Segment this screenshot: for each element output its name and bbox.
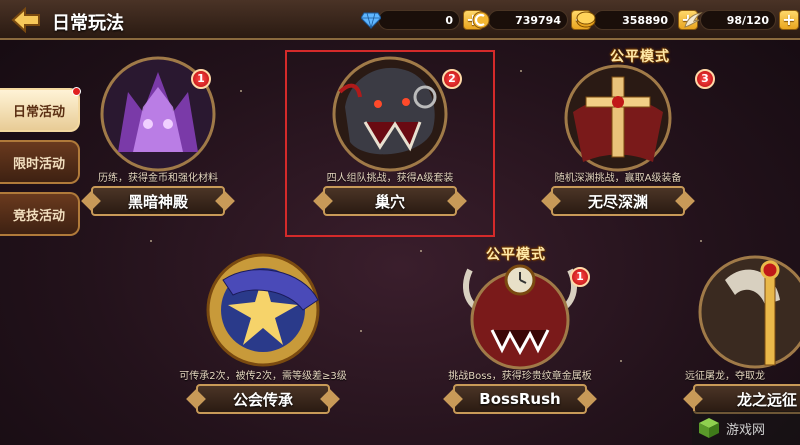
activity-desc: 可传承2次，被传2次，需等级差≥3级 [179,371,347,382]
activity-name: 黑暗神殿 [91,186,225,216]
activity-name: 无尽深渊 [551,186,685,216]
guild-gauntlet-art-icon [193,250,333,385]
page-title: 日常玩法 [52,13,124,34]
top-bar: 日常玩法 0 + 739794 + 358890 + 98/120 + [0,0,800,40]
count-badge: 2 [442,69,462,89]
activity-card-endless-abyss[interactable]: 公平模式 3 随机深渊挑战，赢取A级装备 无尽深渊 [518,49,718,237]
nest-monster-art-icon [320,52,460,187]
dragon-art-icon [685,250,800,385]
activity-desc: 四人组队挑战，获得A级套装 [326,173,454,184]
activity-desc: 远征屠龙，夺取龙 [685,371,765,382]
currency-coupon: 739794 + [470,7,591,33]
currency-gold: 358890 + [575,7,698,33]
fair-mode-tag: 公平模式 [486,247,546,263]
currency-stamina: 98/120 + [682,7,799,33]
back-button[interactable] [6,4,46,36]
cube-logo-icon [699,418,719,438]
activity-desc: 随机深渊挑战，赢取A级装备 [554,173,682,184]
activity-name: 巢穴 [323,186,457,216]
fair-mode-tag: 公平模式 [610,49,670,65]
activity-name: 龙之远征 [693,384,800,414]
activity-desc: 挑战Boss，获得珍贵纹章金属板 [448,371,592,382]
wing-icon [682,9,704,31]
diamond-icon [360,9,382,31]
gold-coin-icon [575,9,597,31]
stamina-amount: 98/120 [700,10,776,30]
count-badge: 3 [695,69,715,89]
bossrush-clock-art-icon [450,250,590,385]
count-badge: 1 [191,69,211,89]
activity-card-guild-inheritance[interactable]: 可传承2次，被传2次，需等级差≥3级 公会传承 [163,250,363,435]
coupon-icon [470,9,492,31]
activity-card-bossrush[interactable]: 公平模式 1 挑战Boss，获得珍贵纹章金属板 BossRush [420,247,620,435]
diamond-amount: 0 [378,10,460,30]
activity-card-nest[interactable]: 2 四人组队挑战，获得A级套装 巢穴 [290,52,490,237]
gold-amount: 358890 [593,10,675,30]
currency-diamond: 0 + [360,7,483,33]
coupon-amount: 739794 [488,10,568,30]
abyss-sword-art-icon [548,52,688,187]
add-stamina-button[interactable]: + [779,10,799,30]
activity-card-dark-temple[interactable]: 1 历练，获得金币和强化材料 黑暗神殿 [58,52,258,237]
back-arrow-icon [11,7,40,33]
activity-card-dragon-expedition[interactable]: 远征屠龙，夺取龙 龙之远征 [665,250,800,435]
activity-desc: 历练，获得金币和强化材料 [98,173,218,184]
watermark: 游戏网 [692,411,800,445]
activity-name: 公会传承 [196,384,330,414]
activity-name: BossRush [453,384,587,414]
watermark-text: 游戏网 [726,422,766,438]
count-badge: 1 [570,267,590,287]
